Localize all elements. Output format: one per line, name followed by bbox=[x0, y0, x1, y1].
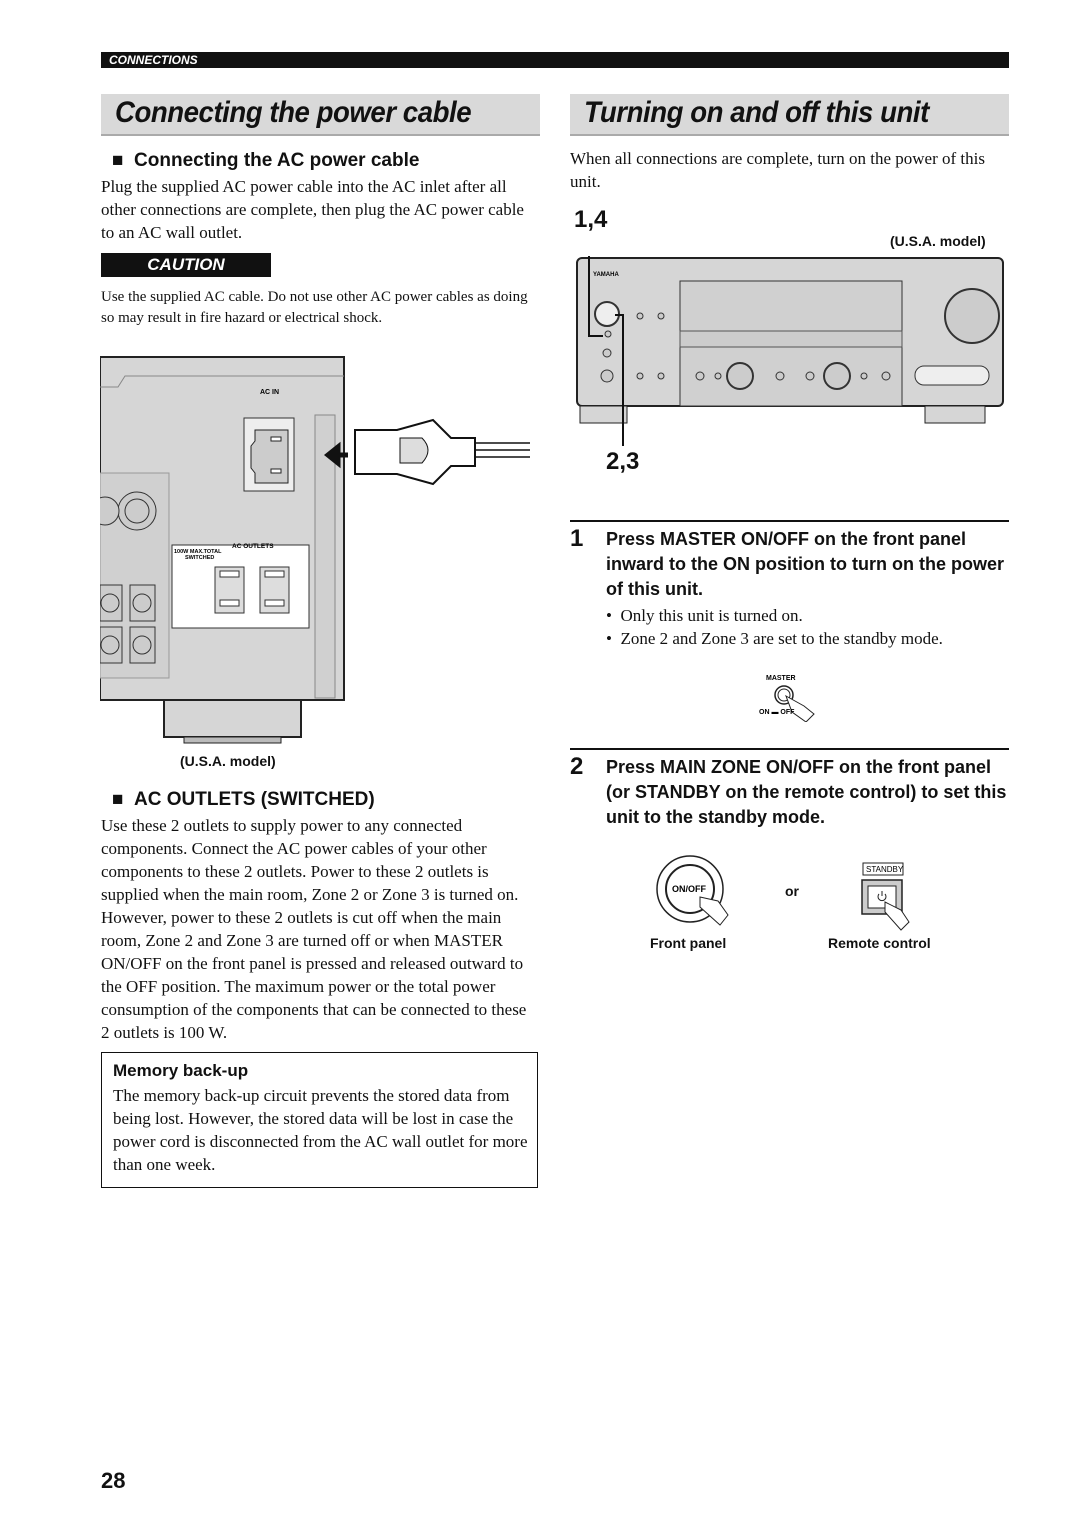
divider bbox=[570, 520, 1009, 522]
figure-caption-usa-front: (U.S.A. model) bbox=[890, 233, 986, 249]
callout-2-3: 2,3 bbox=[606, 448, 640, 475]
page-number: 28 bbox=[101, 1468, 126, 1493]
subheading-ac-cable: ■ Connecting the AC power cable bbox=[112, 150, 420, 171]
memo-title: Memory back-up bbox=[113, 1061, 249, 1080]
subheading-text: AC OUTLETS (SWITCHED) bbox=[134, 789, 375, 810]
master-button-figure: MASTER ON ▬ OFF bbox=[759, 675, 815, 722]
section-header-bar: CONNECTIONS bbox=[101, 52, 1009, 68]
step-1-bullet: • Zone 2 and Zone 3 are set to the stand… bbox=[606, 629, 943, 648]
switched-label: SWITCHED bbox=[185, 555, 214, 561]
onoff-label: ON/OFF bbox=[672, 884, 706, 894]
volume-knob bbox=[944, 288, 1000, 344]
on-off-label: ON ▬ OFF bbox=[759, 709, 795, 716]
intro-text: When all connections are complete, turn … bbox=[570, 149, 985, 191]
section-title-power-cable: Connecting the power cable bbox=[101, 94, 540, 136]
step-2-text: Press MAIN ZONE ON/OFF on the front pane… bbox=[606, 757, 1007, 827]
caution-label: CAUTION bbox=[101, 253, 271, 277]
rear-panel-figure: AC IN AC OUTLETS 100W MAX.TOTAL SWITCHED bbox=[100, 356, 530, 744]
section-title-text: Connecting the power cable bbox=[115, 96, 472, 129]
step-1-bullet: • Only this unit is turned on. bbox=[606, 606, 803, 625]
or-label: or bbox=[785, 883, 799, 899]
yamaha-logo: YAMAHA bbox=[593, 272, 619, 278]
front-panel-onoff-figure: ON/OFF bbox=[656, 855, 729, 926]
section-label: CONNECTIONS bbox=[109, 53, 198, 67]
subheading-ac-outlets: ■ AC OUTLETS (SWITCHED) bbox=[112, 789, 375, 810]
master-label: MASTER bbox=[766, 675, 796, 682]
front-panel-figure: YAMAHA bbox=[576, 256, 1004, 446]
caption-front-panel: Front panel bbox=[650, 935, 727, 951]
section-title-text: Turning on and off this unit bbox=[584, 96, 929, 129]
caption-remote-control: Remote control bbox=[828, 935, 931, 951]
bullet-text: Only this unit is turned on. bbox=[620, 606, 803, 625]
figure-caption-usa: (U.S.A. model) bbox=[180, 753, 276, 769]
subheading-text: Connecting the AC power cable bbox=[134, 150, 420, 171]
para-ac-cable: Plug the supplied AC power cable into th… bbox=[101, 177, 524, 242]
section-title-turning-on: Turning on and off this unit bbox=[570, 94, 1009, 136]
step-1-number: 1 bbox=[570, 525, 584, 552]
step-1-text: Press MASTER ON/OFF on the front panel i… bbox=[606, 529, 1004, 599]
ac-outlets-label: AC OUTLETS bbox=[232, 543, 274, 550]
divider bbox=[570, 748, 1009, 750]
bullet-text: Zone 2 and Zone 3 are set to the standby… bbox=[620, 629, 943, 648]
callout-1-4: 1,4 bbox=[574, 206, 608, 233]
memory-backup-box: Memory back-up The memory back-up circui… bbox=[101, 1052, 538, 1188]
standby-label: STANDBY bbox=[866, 865, 904, 874]
caution-text: Use the supplied AC cable. Do not use ot… bbox=[101, 289, 528, 326]
memo-text: The memory back-up circuit prevents the … bbox=[113, 1086, 528, 1174]
ac-in-label: AC IN bbox=[260, 389, 279, 396]
step-2-number: 2 bbox=[570, 753, 584, 780]
hand-icon bbox=[699, 896, 729, 926]
remote-standby-figure: STANDBY bbox=[861, 862, 910, 931]
para-ac-outlets: Use these 2 outlets to supply power to a… bbox=[101, 816, 527, 1042]
